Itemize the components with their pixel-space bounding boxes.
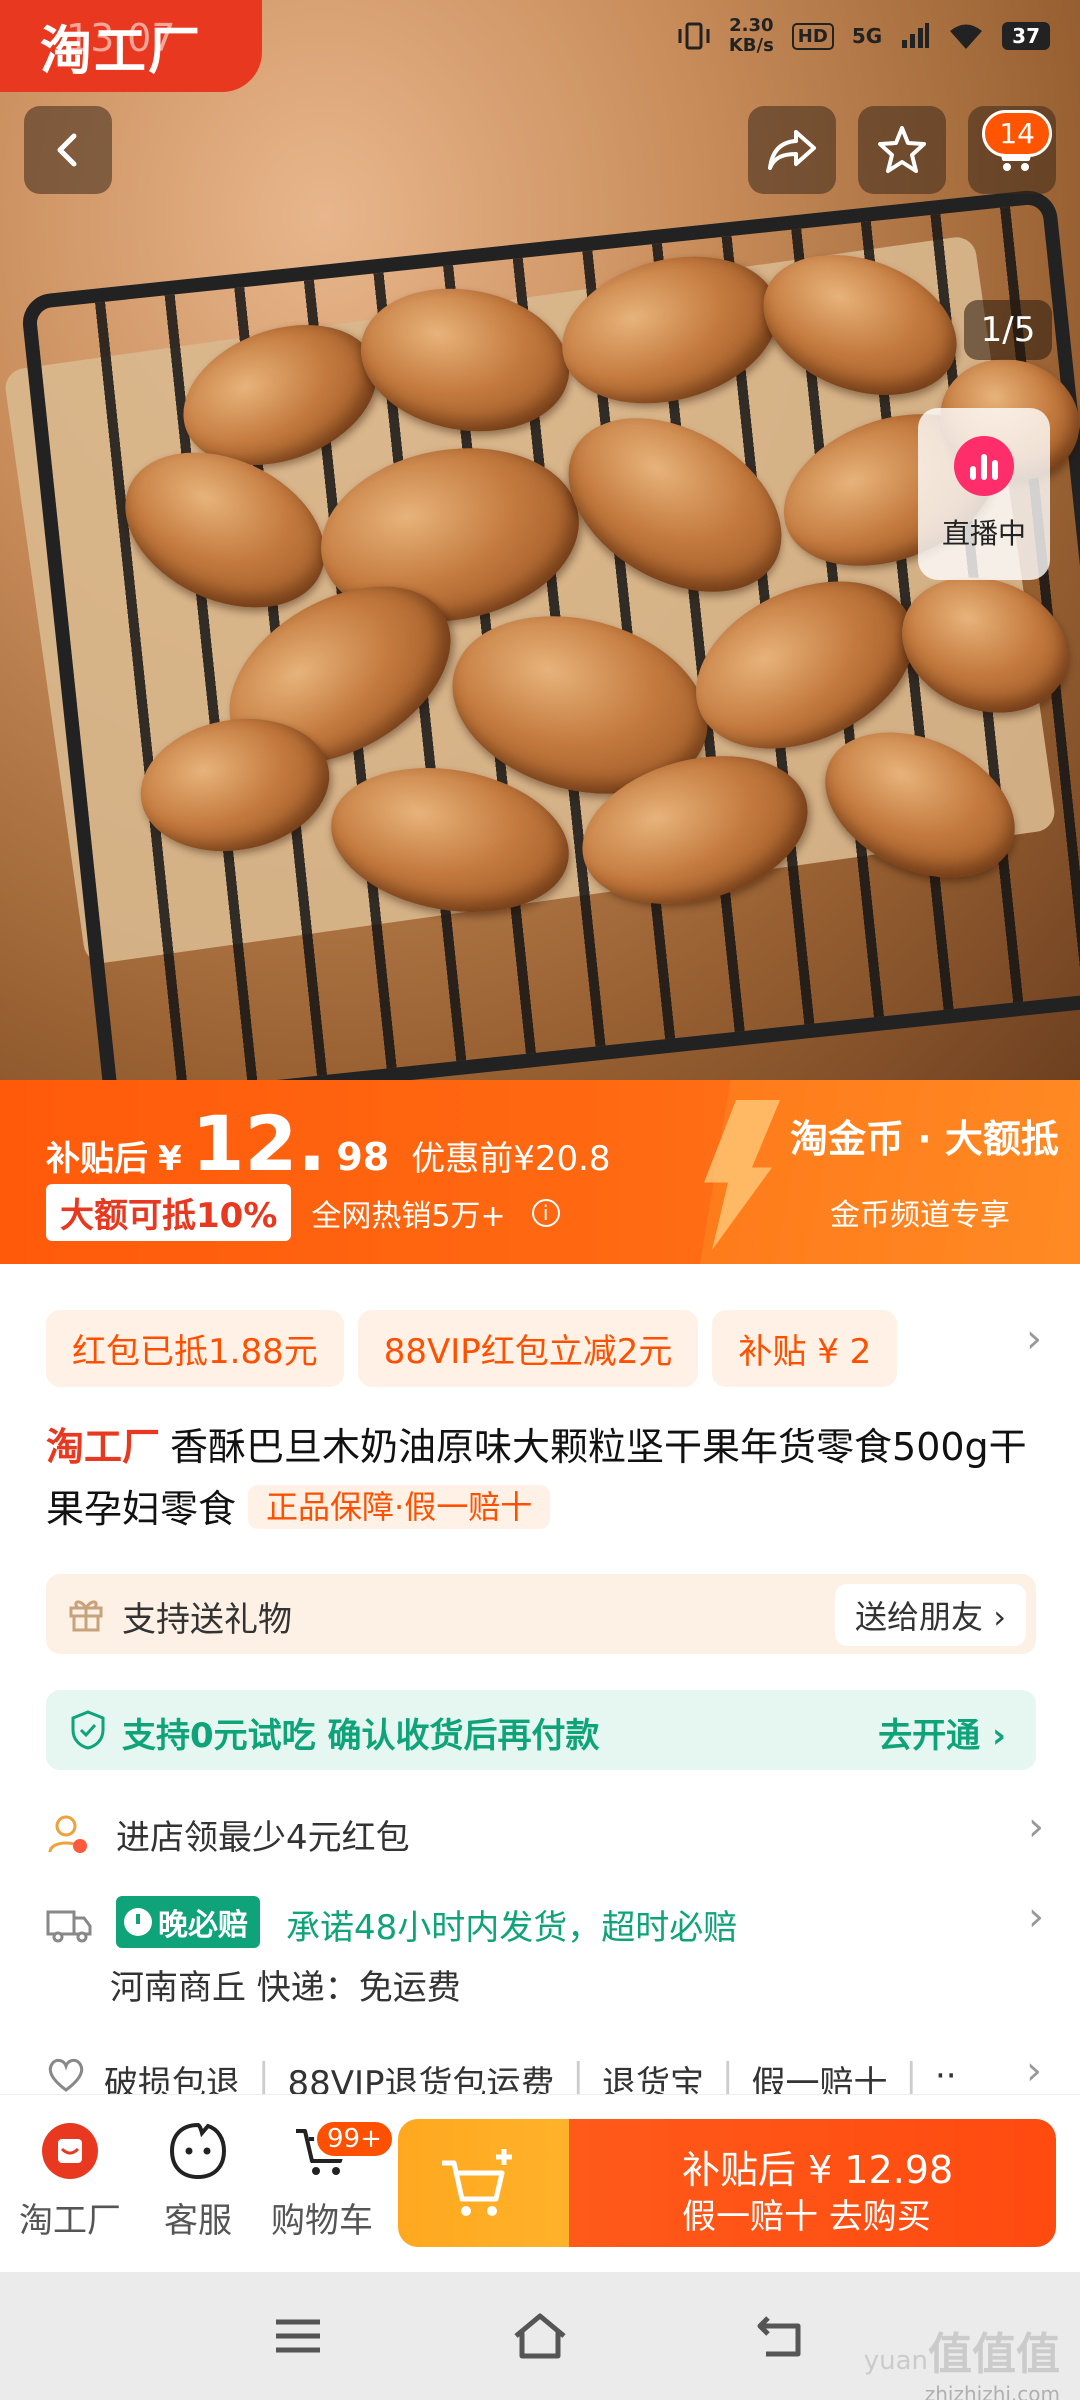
heart-icon	[48, 2058, 84, 2092]
price-subline: 大额可抵10% 全网热销5万+ i	[46, 1184, 560, 1241]
gift-label: 支持送礼物	[122, 1600, 292, 1640]
coupon-user-icon	[48, 1815, 87, 1853]
activate-button[interactable]: 去开通 ›	[878, 1708, 1006, 1757]
share-button[interactable]	[748, 106, 836, 194]
service-more: ··	[934, 2056, 957, 2096]
chevron-right-icon[interactable]: ›	[1028, 1804, 1044, 1850]
shopping-cart-label: 购物车	[271, 2201, 373, 2241]
shop-logo-icon	[40, 2121, 100, 2181]
deduct-badge: 大额可抵10%	[46, 1184, 292, 1241]
shop-coupon-row[interactable]: 进店领最少4元红包 ›	[46, 1804, 1044, 1864]
price-currency: ¥	[158, 1139, 182, 1179]
watermark-site: zhizhizhi.com	[924, 2382, 1060, 2400]
wifi-icon	[950, 24, 983, 49]
shop-entry[interactable]: 淘工厂	[10, 2121, 130, 2242]
shop-entry-label: 淘工厂	[19, 2201, 121, 2241]
service-return-insurance: 退货宝	[602, 2064, 704, 2096]
product-details: 红包已抵1.88元 88VIP红包立减2元 补贴 ¥ 2 › 淘工厂 香酥巴旦木奶…	[0, 1264, 1080, 2096]
chevron-right-icon[interactable]: ›	[1026, 1316, 1042, 1362]
shop-coupon-label: 进店领最少4元红包	[116, 1818, 410, 1858]
shipping-origin: 河南商丘 快递：免运费	[110, 1968, 461, 2008]
shopping-cart-badge: 99+	[314, 2119, 395, 2159]
bottom-action-bar: 淘工厂 客服 购物车 99+ 补贴后 ¥ 12.98 假一赔十 去购买	[0, 2094, 1080, 2272]
service-88vip-return: 88VIP退货包运费	[287, 2064, 555, 2096]
buy-now-button[interactable]: 补贴后 ¥ 12.98 假一赔十 去购买	[398, 2119, 1056, 2247]
vibrate-icon	[678, 22, 710, 50]
coupon-red-packet[interactable]: 红包已抵1.88元	[46, 1310, 344, 1387]
gift-row[interactable]: 支持送礼物 送给朋友 ›	[46, 1574, 1036, 1654]
status-icons: 2.30 KB/s HD 5G 37	[677, 16, 1050, 56]
send-to-friend-button[interactable]: 送给朋友 ›	[835, 1584, 1026, 1646]
chevron-right-icon[interactable]: ›	[1026, 2048, 1042, 2094]
coin-promo-title: 淘金币 · 大额抵	[790, 1117, 1059, 1161]
service-row[interactable]: 破损包退 | 88VIP退货包运费 | 退货宝 | 假一赔十 | ··	[46, 2056, 1036, 2096]
home-icon[interactable]	[512, 2308, 568, 2364]
hot-sales-text: 全网热销5万+	[311, 1198, 506, 1234]
buy-action-label: 假一赔十 去购买	[682, 2197, 931, 2237]
on-time-badge: 晚必赔	[116, 1896, 260, 1948]
back-button[interactable]	[24, 106, 112, 194]
image-counter: 1/5	[964, 300, 1052, 360]
shipping-promise: 承诺48小时内发货，超时必赔	[286, 1908, 738, 1948]
live-stream-button[interactable]: 直播中	[918, 408, 1050, 580]
buy-price-label: 补贴后 ¥ 12.98	[682, 2148, 954, 2192]
watermark-main: 值值值	[928, 2329, 1060, 2380]
customer-service-entry[interactable]: 客服	[138, 2121, 258, 2242]
product-title: 淘工厂 香酥巴旦木奶油原味大颗粒坚干果年货零食500g干果孕妇零食 正品保障·假一赔…	[46, 1416, 1036, 1540]
live-stream-icon	[954, 436, 1014, 496]
service-separator: |	[258, 2056, 270, 2096]
battery-indicator: 37	[1002, 22, 1050, 50]
coupon-row[interactable]: 红包已抵1.88元 88VIP红包立减2元 补贴 ¥ 2	[46, 1310, 898, 1387]
coupon-subsidy[interactable]: 补贴 ¥ 2	[712, 1310, 898, 1387]
on-time-badge-text: 晚必赔	[158, 1908, 248, 1943]
watermark: yuan值值值 zhizhizhi.com	[864, 2318, 1060, 2400]
service-fake-compensation: 假一赔十	[751, 2064, 888, 2096]
hd-indicator: HD	[791, 22, 834, 50]
shield-check-icon	[71, 1710, 105, 1750]
add-to-cart-icon[interactable]	[438, 2145, 518, 2221]
service-separator: |	[722, 2056, 734, 2096]
service-separator: |	[905, 2056, 917, 2096]
share-icon	[768, 130, 816, 170]
cart-count-badge: 14	[982, 110, 1052, 157]
shipping-row[interactable]: 晚必赔 承诺48小时内发货，超时必赔 河南商丘 快递：免运费 ›	[46, 1894, 1044, 2024]
price-integer: 12.	[191, 1099, 327, 1188]
network-type: 5G	[851, 24, 883, 48]
price-decimal: 98	[336, 1135, 390, 1179]
status-time: 13:07	[66, 16, 176, 60]
info-icon[interactable]: i	[531, 1198, 560, 1227]
network-speed: 2.30 KB/s	[729, 16, 774, 56]
price-before-discount: 优惠前¥20.8	[411, 1139, 611, 1179]
coupon-88vip[interactable]: 88VIP红包立减2元	[357, 1310, 699, 1387]
price-banner: 补贴后 ¥ 12. 98 优惠前¥20.8 大额可抵10% 全网热销5万+ i …	[0, 1080, 1080, 1264]
service-damage-refund: 破损包退	[104, 2064, 240, 2096]
customer-service-icon	[168, 2121, 228, 2181]
coin-promo-subtitle: 金币频道专享	[830, 1198, 1010, 1233]
chevron-right-icon[interactable]: ›	[1028, 1894, 1044, 1940]
service-separator: |	[572, 2056, 584, 2096]
guarantee-badge: 正品保障·假一赔十	[248, 1485, 551, 1529]
gift-icon	[69, 1600, 103, 1632]
truck-icon	[46, 1910, 92, 1943]
back-arrow-icon	[57, 133, 77, 167]
favorite-button[interactable]	[858, 106, 946, 194]
speed-value: 2.30	[729, 15, 774, 36]
price-line: 补贴后 ¥ 12. 98 优惠前¥20.8	[46, 1106, 611, 1182]
live-label: 直播中	[941, 517, 1026, 550]
speed-unit: KB/s	[728, 35, 774, 56]
menu-icon[interactable]	[270, 2308, 326, 2364]
free-trial-row[interactable]: 支持0元试吃 确认收货后再付款 去开通 ›	[46, 1690, 1036, 1770]
back-icon[interactable]	[754, 2308, 810, 2364]
watermark-prefix: yuan	[863, 2346, 928, 2376]
star-icon	[878, 126, 926, 173]
title-brand: 淘工厂	[46, 1425, 161, 1469]
clock-icon	[124, 1908, 152, 1936]
free-trial-label: 支持0元试吃 确认收货后再付款	[122, 1716, 600, 1756]
customer-service-label: 客服	[164, 2201, 232, 2241]
signal-icon	[902, 23, 930, 48]
status-bar: 淘工厂 13:07 2.30 KB/s HD 5G 37	[0, 0, 1080, 92]
price-label: 补贴后	[46, 1139, 148, 1179]
system-nav-bar: yuan值值值 zhizhizhi.com	[0, 2272, 1080, 2400]
